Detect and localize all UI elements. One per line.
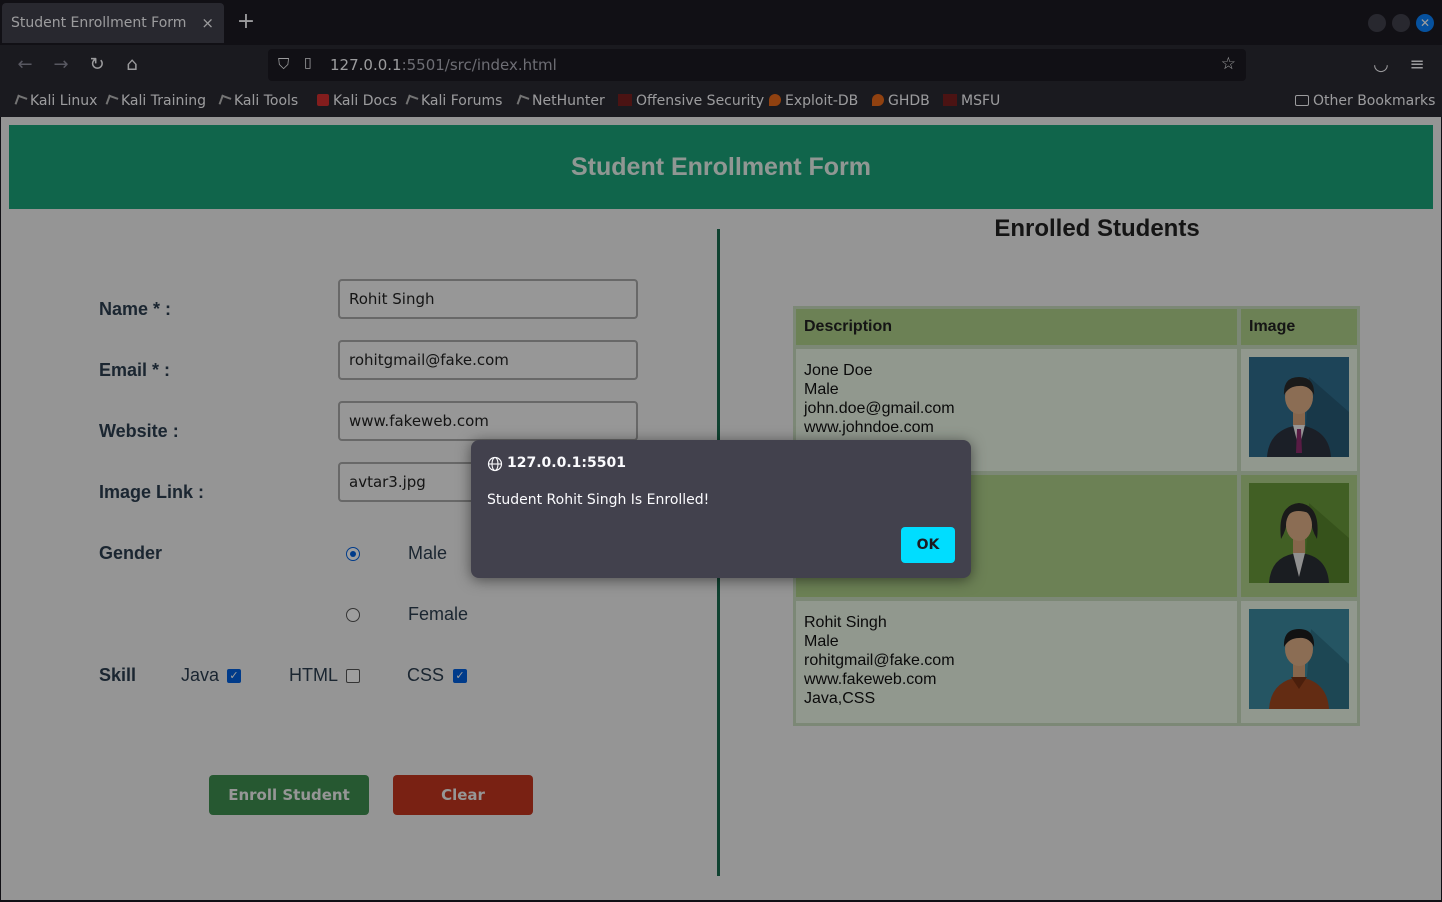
alert-dialog: 127.0.0.1:5501 Student Rohit Singh Is En… [471,440,971,578]
globe-icon [487,456,503,472]
ok-button[interactable]: OK [901,527,955,563]
dialog-message: Student Rohit Singh Is Enrolled! [487,492,710,508]
dialog-origin: 127.0.0.1:5501 [507,455,626,471]
